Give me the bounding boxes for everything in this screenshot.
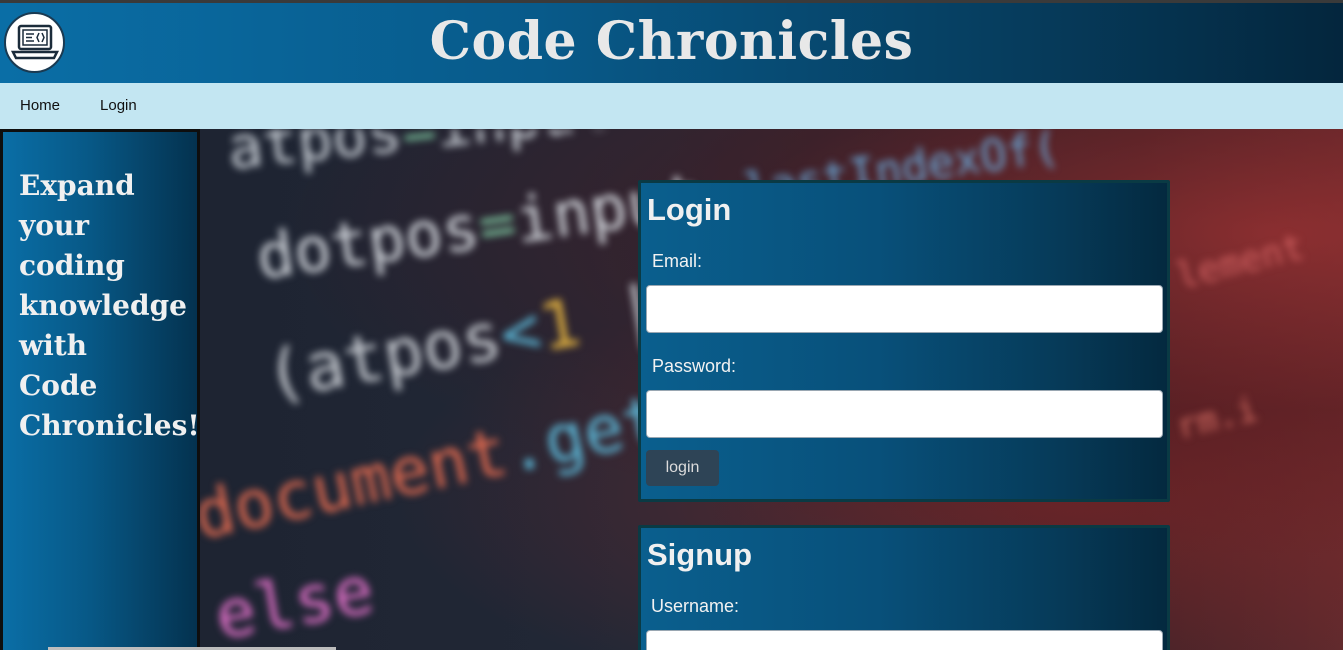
login-button[interactable]: login	[646, 450, 719, 486]
tagline-line: Code	[19, 369, 98, 402]
tagline-line: knowledge	[19, 289, 187, 322]
password-field[interactable]	[646, 390, 1163, 438]
password-label: Password:	[652, 356, 737, 376]
svg-text:lement: lement	[1172, 226, 1308, 297]
login-card: Login Email: Password: login	[638, 180, 1170, 502]
signup-title: Signup	[647, 537, 753, 572]
nav-item-home[interactable]: Home	[0, 83, 80, 129]
username-label: Username:	[651, 596, 740, 616]
login-title: Login	[647, 192, 732, 227]
signup-card: Signup Username:	[638, 525, 1170, 650]
svg-text:else: else	[209, 551, 379, 650]
tagline-line: Chronicles!	[19, 409, 200, 442]
username-field[interactable]	[646, 630, 1163, 650]
tagline-line: with	[19, 329, 88, 362]
svg-text:rm.i: rm.i	[1173, 389, 1262, 448]
sidebar: Expand your coding knowledge with Code C…	[0, 129, 200, 650]
nav-bar: Home Login	[0, 83, 1343, 129]
tagline-line: coding	[19, 249, 125, 282]
site-header: Code Chronicles	[0, 0, 1343, 83]
site-title: Code Chronicles	[429, 11, 914, 72]
email-field[interactable]	[646, 285, 1163, 333]
email-label: Email:	[652, 251, 703, 271]
sidebar-tagline: Expand your coding knowledge with Code C…	[19, 166, 200, 446]
tagline-line: Expand	[19, 169, 135, 202]
nav-item-login[interactable]: Login	[80, 83, 157, 129]
tagline-line: your	[19, 209, 90, 242]
